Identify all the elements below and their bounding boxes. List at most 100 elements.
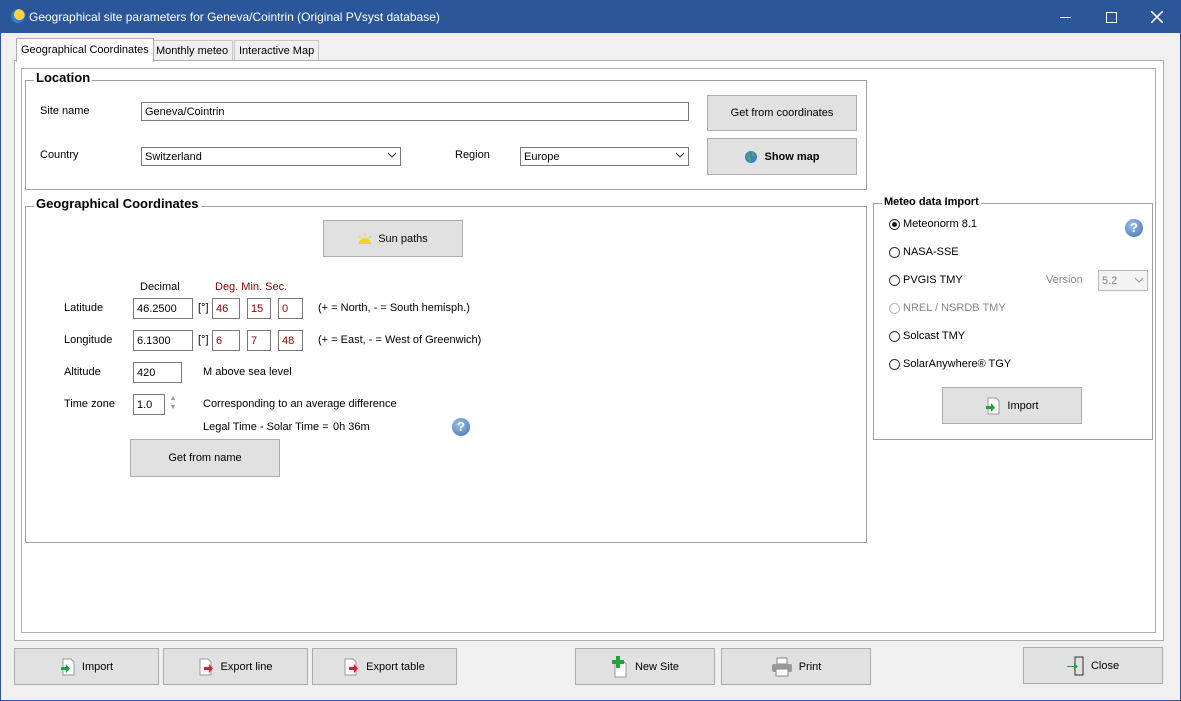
minimize-icon: [1059, 17, 1071, 18]
export-table-label: Export table: [366, 660, 425, 673]
tab-monthly-meteo[interactable]: Monthly meteo: [151, 40, 234, 61]
export-table-button[interactable]: Export table: [312, 648, 457, 685]
import-label: Import: [81, 660, 114, 673]
country-select[interactable]: Switzerland: [141, 147, 401, 166]
export-line-button[interactable]: Export line: [163, 648, 308, 685]
close-button[interactable]: Close: [1023, 647, 1163, 684]
site-name-input[interactable]: Geneva/Cointrin: [141, 102, 689, 121]
legal-time-value: 0h 36m: [333, 421, 370, 433]
decimal-header: Decimal: [140, 281, 180, 293]
sun-paths-button[interactable]: Sun paths: [323, 220, 463, 257]
version-value: 5.2: [1102, 275, 1118, 287]
longitude-decimal-input[interactable]: 6.1300: [133, 330, 193, 351]
radio-solaranywhere[interactable]: [889, 359, 900, 370]
get-from-name-button[interactable]: Get from name: [130, 439, 280, 477]
new-site-label: New Site: [634, 660, 680, 673]
meteonorm-label: Meteonorm 8.1: [903, 218, 977, 230]
longitude-label: Longitude: [64, 334, 113, 346]
meteo-import-button[interactable]: Import: [942, 387, 1082, 424]
timezone-note: Corresponding to an average difference: [203, 398, 397, 410]
longitude-sec-input[interactable]: 48: [278, 330, 303, 351]
new-site-button[interactable]: New Site: [575, 648, 715, 685]
get-from-coordinates-button[interactable]: Get from coordinates: [707, 95, 857, 131]
latitude-decimal-input[interactable]: 46.2500: [133, 298, 193, 319]
import-button[interactable]: Import: [14, 648, 159, 685]
radio-nasa-sse[interactable]: [889, 247, 900, 258]
export-file-icon: [199, 658, 213, 675]
version-select[interactable]: 5.2: [1098, 270, 1148, 291]
radio-solcast[interactable]: [889, 331, 900, 342]
title-bar: Geographical site parameters for Geneva/…: [1, 1, 1180, 33]
location-title: Location: [34, 70, 93, 85]
latitude-deg-unit: [°]: [198, 302, 209, 314]
import-file-icon: [986, 397, 1000, 414]
print-label: Print: [798, 660, 822, 673]
altitude-input[interactable]: 420: [133, 362, 182, 383]
pvsyst-app-icon: [11, 9, 25, 23]
export-file-icon: [344, 658, 359, 675]
maximize-icon: [1105, 12, 1117, 23]
printer-icon: [771, 657, 792, 676]
help-icon[interactable]: ?: [1125, 219, 1143, 237]
meteo-import-title: Meteo data Import: [882, 196, 981, 208]
timezone-input[interactable]: 1.0: [133, 394, 165, 415]
window-title: Geographical site parameters for Geneva/…: [29, 10, 440, 24]
radio-meteonorm[interactable]: [889, 219, 900, 230]
tab-geographical-coordinates[interactable]: Geographical Coordinates: [16, 38, 154, 62]
exit-door-icon: [1066, 656, 1084, 675]
latitude-label: Latitude: [64, 302, 104, 314]
site-name-label: Site name: [40, 105, 90, 117]
close-label: Close: [1090, 659, 1120, 672]
chevron-down-icon: [388, 152, 396, 158]
solaranywhere-label: SolarAnywhere® TGY: [903, 358, 1012, 370]
sun-icon: [358, 232, 372, 244]
print-button[interactable]: Print: [721, 648, 871, 685]
spin-up-icon[interactable]: ▲: [168, 394, 178, 403]
timezone-label: Time zone: [64, 398, 115, 410]
region-value: Europe: [524, 151, 560, 163]
legal-time-label: Legal Time - Solar Time =: [203, 421, 329, 433]
radio-pvgis-tmy[interactable]: [889, 275, 900, 286]
pvgis-tmy-label: PVGIS TMY: [903, 274, 963, 286]
maximize-button[interactable]: [1088, 1, 1134, 33]
export-line-label: Export line: [220, 660, 273, 673]
minimize-button[interactable]: [1042, 1, 1088, 33]
close-icon: [1150, 10, 1164, 24]
help-icon[interactable]: ?: [452, 418, 470, 436]
get-from-name-label: Get from name: [168, 452, 242, 464]
longitude-note: (+ = East, - = West of Greenwich): [318, 334, 482, 346]
chevron-down-icon: [1135, 277, 1143, 283]
altitude-note: M above sea level: [203, 366, 292, 378]
new-file-icon: [611, 655, 627, 677]
latitude-note: (+ = North, - = South hemisph.): [318, 302, 470, 314]
dms-header: Deg. Min. Sec.: [215, 281, 288, 293]
chevron-down-icon: [676, 152, 684, 158]
altitude-label: Altitude: [64, 366, 101, 378]
globe-icon: [745, 150, 758, 163]
spin-down-icon[interactable]: ▼: [168, 403, 178, 412]
radio-nrel-nsrdb: [889, 303, 900, 314]
longitude-min-input[interactable]: 7: [247, 330, 271, 351]
latitude-deg-input[interactable]: 46: [212, 298, 240, 319]
region-label: Region: [455, 149, 490, 161]
region-select[interactable]: Europe: [520, 147, 689, 166]
solcast-label: Solcast TMY: [903, 330, 966, 342]
latitude-sec-input[interactable]: 0: [278, 298, 303, 319]
longitude-deg-unit: [°]: [198, 334, 209, 346]
coordinates-title: Geographical Coordinates: [34, 196, 201, 211]
timezone-spinner[interactable]: ▲ ▼: [168, 394, 178, 414]
version-label: Version: [1046, 274, 1083, 286]
latitude-min-input[interactable]: 15: [247, 298, 271, 319]
meteo-import-label: Import: [1007, 399, 1039, 412]
nrel-nsrdb-label: NREL / NSRDB TMY: [903, 302, 1006, 314]
nasa-sse-label: NASA-SSE: [903, 246, 959, 258]
sun-paths-label: Sun paths: [378, 232, 428, 245]
get-from-coordinates-label: Get from coordinates: [730, 107, 834, 119]
show-map-label: Show map: [764, 150, 820, 163]
import-file-icon: [60, 658, 75, 675]
country-value: Switzerland: [145, 151, 202, 163]
longitude-deg-input[interactable]: 6: [212, 330, 240, 351]
tab-interactive-map[interactable]: Interactive Map: [234, 40, 320, 61]
show-map-button[interactable]: Show map: [707, 138, 857, 175]
close-window-button[interactable]: [1134, 1, 1180, 33]
